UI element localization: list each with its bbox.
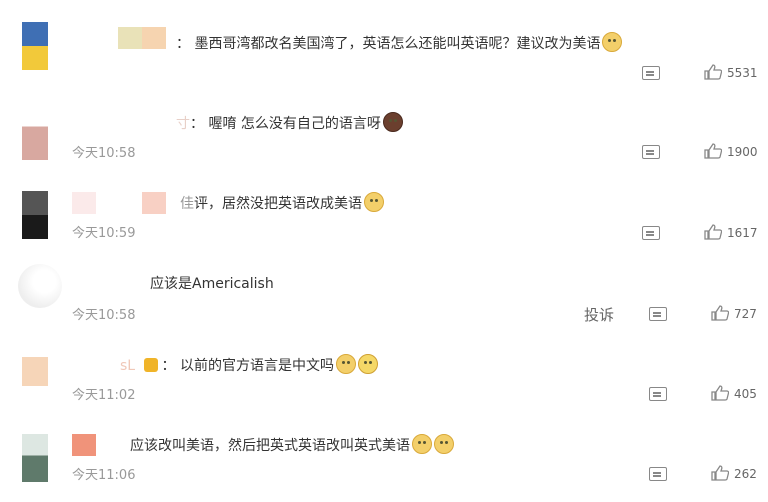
emoji-icon: [602, 32, 623, 52]
report-link[interactable]: 投诉: [584, 304, 614, 325]
comment-icon[interactable]: [649, 387, 667, 401]
timestamp: 今天11:06: [72, 468, 136, 483]
emoji-icon: [358, 354, 378, 374]
username-blurred[interactable]: [72, 192, 166, 214]
like-count: 262: [734, 467, 757, 481]
username-blurred[interactable]: [72, 434, 120, 456]
comment-item: 应该改叫美语，然后把英式英语改叫英式美语 今天11:06 262: [0, 422, 768, 502]
emoji-icon: [412, 434, 432, 454]
comment-text: ： 墨西哥湾都改名美国湾了，英语怎么还能叫英语呢？建议改为美语: [176, 32, 623, 54]
comment-text: sL ： 以前的官方语言是中文吗: [120, 354, 378, 376]
avatar[interactable]: [18, 264, 62, 308]
emoji-icon: [434, 434, 454, 454]
avatar[interactable]: [22, 357, 48, 405]
emoji-icon: [382, 112, 403, 132]
like-icon[interactable]: [704, 64, 723, 80]
comment-text: 应该改叫美语，然后把英式英语改叫英式美语: [130, 434, 454, 456]
like-icon[interactable]: [711, 305, 730, 321]
like-count: 1617: [727, 226, 758, 240]
comment-icon[interactable]: [642, 226, 660, 240]
username-blurred[interactable]: [118, 27, 166, 49]
like-icon[interactable]: [704, 143, 723, 159]
avatar[interactable]: [22, 434, 48, 482]
comment-icon[interactable]: [642, 145, 660, 159]
timestamp: 今天10:58: [72, 308, 136, 323]
comment-item: 寸： 喔唷 怎么没有自己的语言呀 今天10:58 1900: [0, 100, 768, 180]
comment-text: 应该是Americalish: [150, 276, 274, 292]
comment-icon[interactable]: [642, 66, 660, 80]
comment-item: 佳评，居然没把英语改成美语 今天10:59 1617: [0, 180, 768, 260]
comment-icon[interactable]: [649, 467, 667, 481]
emoji-icon: [336, 354, 356, 374]
like-icon[interactable]: [711, 465, 730, 481]
avatar[interactable]: [22, 191, 48, 239]
timestamp: 今天10:59: [72, 226, 136, 241]
emoji-icon: [364, 192, 384, 212]
like-count: 5531: [727, 66, 758, 80]
like-count: 405: [734, 387, 757, 401]
comment-item: 应该是Americalish 今天10:58 投诉 727: [0, 262, 768, 342]
timestamp: 今天10:58: [72, 146, 136, 161]
avatar[interactable]: [22, 112, 48, 160]
like-count: 1900: [727, 145, 758, 159]
like-icon[interactable]: [711, 385, 730, 401]
comment-item: sL ： 以前的官方语言是中文吗 今天11:02 405: [0, 342, 768, 422]
like-icon[interactable]: [704, 224, 723, 240]
avatar[interactable]: [22, 22, 48, 70]
comment-icon[interactable]: [649, 307, 667, 321]
crown-icon: [143, 358, 158, 372]
like-count: 727: [734, 307, 757, 321]
comment-text: 佳评，居然没把英语改成美语: [180, 192, 384, 214]
comment-item: ： 墨西哥湾都改名美国湾了，英语怎么还能叫英语呢？建议改为美语 5531: [0, 0, 768, 80]
comment-text: 寸： 喔唷 怎么没有自己的语言呀: [176, 112, 403, 134]
timestamp: 今天11:02: [72, 388, 136, 403]
